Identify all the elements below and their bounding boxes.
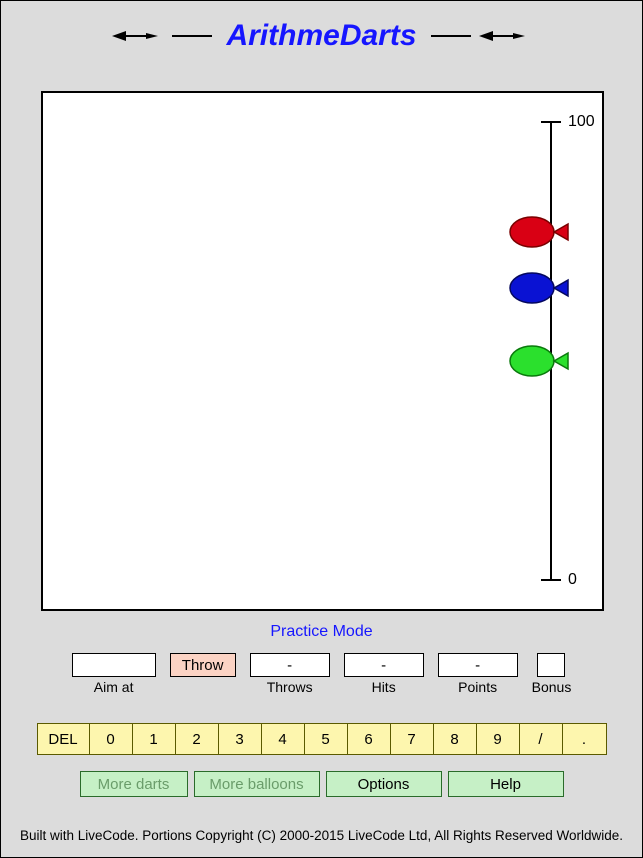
hits-value: -	[344, 653, 424, 677]
control-row: More darts More balloons Options Help	[1, 771, 642, 797]
key-9[interactable]: 9	[477, 724, 520, 754]
mode-label: Practice Mode	[1, 623, 642, 641]
keypad: DEL0123456789/.	[37, 723, 607, 755]
more-balloons-button[interactable]: More balloons	[194, 771, 320, 797]
throws-group: - Throws	[250, 653, 330, 695]
aim-at-group: Aim at	[72, 653, 156, 695]
key-3[interactable]: 3	[219, 724, 262, 754]
footer-text: Built with LiveCode. Portions Copyright …	[1, 828, 642, 843]
points-group: - Points	[438, 653, 518, 695]
key-del[interactable]: DEL	[38, 724, 90, 754]
scale-tick	[541, 121, 561, 123]
key-1[interactable]: 1	[133, 724, 176, 754]
header-line	[172, 35, 212, 37]
hits-group: - Hits	[344, 653, 424, 695]
points-label: Points	[458, 679, 497, 695]
dart-icon	[479, 29, 531, 43]
balloon-icon	[508, 215, 574, 254]
header: ArithmeDarts	[1, 1, 642, 61]
key-4[interactable]: 4	[262, 724, 305, 754]
key-dot[interactable]: .	[563, 724, 606, 754]
aim-at-input[interactable]	[72, 653, 156, 677]
help-button[interactable]: Help	[448, 771, 564, 797]
aim-at-label: Aim at	[94, 679, 134, 695]
balloon-icon	[508, 271, 574, 310]
throws-value: -	[250, 653, 330, 677]
throws-label: Throws	[267, 679, 313, 695]
key-0[interactable]: 0	[90, 724, 133, 754]
stats-row: Aim at Throw - Throws - Hits - Points Bo…	[1, 653, 642, 695]
key-5[interactable]: 5	[305, 724, 348, 754]
key-6[interactable]: 6	[348, 724, 391, 754]
options-button[interactable]: Options	[326, 771, 442, 797]
scale-label-top: 100	[568, 113, 595, 131]
header-line	[431, 35, 471, 37]
bonus-value	[537, 653, 565, 677]
throw-group: Throw	[170, 653, 236, 695]
more-darts-button[interactable]: More darts	[80, 771, 188, 797]
bonus-label: Bonus	[532, 679, 572, 695]
points-value: -	[438, 653, 518, 677]
key-7[interactable]: 7	[391, 724, 434, 754]
bonus-group: Bonus	[532, 653, 572, 695]
key-2[interactable]: 2	[176, 724, 219, 754]
throw-button[interactable]: Throw	[170, 653, 236, 677]
scale-tick	[541, 579, 561, 581]
key-8[interactable]: 8	[434, 724, 477, 754]
balloon-icon	[508, 344, 574, 383]
hits-label: Hits	[372, 679, 396, 695]
scale-label-bottom: 0	[568, 571, 577, 589]
playfield: 100 0	[41, 91, 604, 611]
app-title: ArithmeDarts	[220, 19, 422, 53]
key-slash[interactable]: /	[520, 724, 563, 754]
app-window: ArithmeDarts 100 0 Practice Mode Aim at	[0, 0, 643, 858]
dart-icon	[112, 29, 164, 43]
